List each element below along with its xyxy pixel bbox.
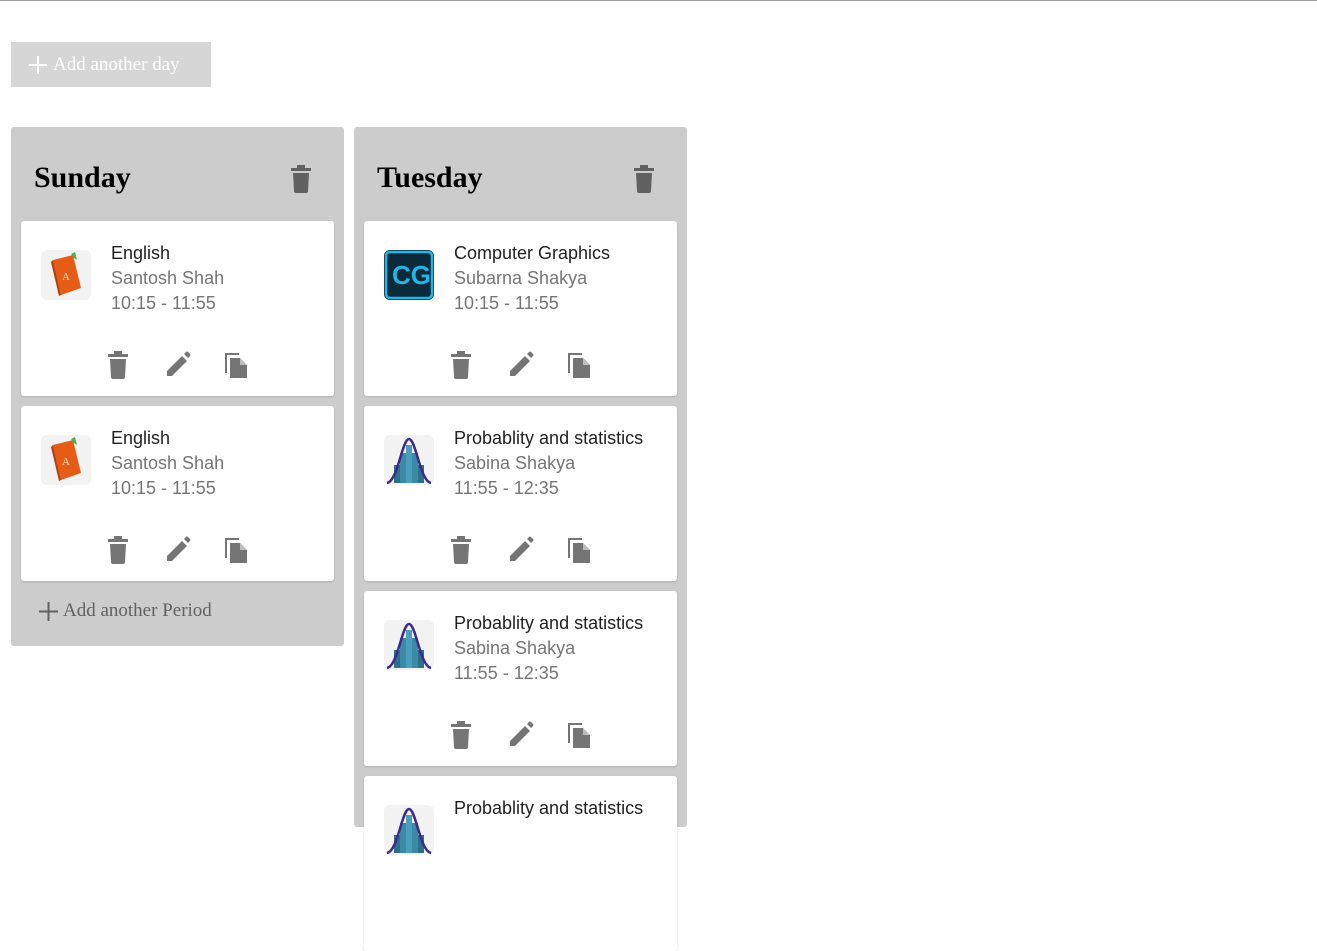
period-subject: Probablity and statistics xyxy=(454,428,644,448)
delete-icon[interactable] xyxy=(448,721,474,749)
edit-icon[interactable] xyxy=(165,351,191,379)
statistics-icon xyxy=(384,805,434,855)
edit-icon[interactable] xyxy=(508,536,534,564)
day-title: Sunday xyxy=(34,161,131,194)
day-column-tuesday: Tuesday CG Computer Graphics Subarna Sha… xyxy=(354,127,687,951)
copy-icon[interactable] xyxy=(566,721,592,749)
plus-icon xyxy=(39,601,58,621)
svg-text:CG: CG xyxy=(392,260,431,290)
delete-day-icon[interactable] xyxy=(632,165,656,193)
period-card[interactable]: A English Santosh Shah 10:15 - 11:55 xyxy=(21,221,334,396)
plus-icon xyxy=(29,55,47,74)
day-header: Sunday xyxy=(21,127,334,221)
computer-graphics-icon: CG xyxy=(384,250,434,300)
day-header: Tuesday xyxy=(364,127,677,221)
delete-icon[interactable] xyxy=(105,351,131,379)
period-time: 10:15 - 11:55 xyxy=(454,293,559,313)
day-title: Tuesday xyxy=(377,161,483,194)
english-book-icon: A xyxy=(41,250,91,300)
delete-icon[interactable] xyxy=(448,351,474,379)
period-subject: Probablity and statistics xyxy=(454,798,644,818)
top-divider xyxy=(0,0,1317,1)
period-card[interactable]: Probablity and statistics Sabina Shakya … xyxy=(364,406,677,581)
add-period-button[interactable]: Add another Period xyxy=(39,600,212,622)
period-time: 10:15 - 11:55 xyxy=(111,478,216,498)
edit-icon[interactable] xyxy=(508,351,534,379)
period-card[interactable]: CG Computer Graphics Subarna Shakya 10:1… xyxy=(364,221,677,396)
period-card[interactable]: Probablity and statistics Sabina Shakya … xyxy=(364,591,677,766)
period-teacher: Sabina Shakya xyxy=(454,453,576,473)
svg-text:A: A xyxy=(62,271,70,283)
period-subject: English xyxy=(111,428,171,448)
period-teacher: Santosh Shah xyxy=(111,453,225,473)
delete-icon[interactable] xyxy=(105,536,131,564)
edit-icon[interactable] xyxy=(165,536,191,564)
add-period-label: Add another Period xyxy=(63,600,212,621)
copy-icon[interactable] xyxy=(223,351,249,379)
svg-text:A: A xyxy=(62,456,70,468)
add-day-label: Add another day xyxy=(53,53,180,75)
period-teacher: Santosh Shah xyxy=(111,268,225,288)
day-column-sunday: Sunday A English Santosh Shah 10:15 - 11… xyxy=(11,127,344,646)
period-card[interactable]: Probablity and statistics xyxy=(364,776,677,951)
period-card[interactable]: A English Santosh Shah 10:15 - 11:55 xyxy=(21,406,334,581)
period-subject: Probablity and statistics xyxy=(454,613,644,633)
period-subject: English xyxy=(111,243,171,263)
copy-icon[interactable] xyxy=(566,351,592,379)
period-subject: Computer Graphics xyxy=(454,243,611,263)
statistics-icon xyxy=(384,435,434,485)
period-time: 11:55 - 12:35 xyxy=(454,478,559,498)
english-book-icon: A xyxy=(41,435,91,485)
period-teacher: Subarna Shakya xyxy=(454,268,588,288)
add-day-button[interactable]: Add another day xyxy=(11,42,211,87)
copy-icon[interactable] xyxy=(566,536,592,564)
copy-icon[interactable] xyxy=(223,536,249,564)
edit-icon[interactable] xyxy=(508,721,534,749)
period-teacher: Sabina Shakya xyxy=(454,638,576,658)
delete-day-icon[interactable] xyxy=(289,165,313,193)
period-time: 10:15 - 11:55 xyxy=(111,293,216,313)
period-time: 11:55 - 12:35 xyxy=(454,663,559,683)
delete-icon[interactable] xyxy=(448,536,474,564)
statistics-icon xyxy=(384,620,434,670)
